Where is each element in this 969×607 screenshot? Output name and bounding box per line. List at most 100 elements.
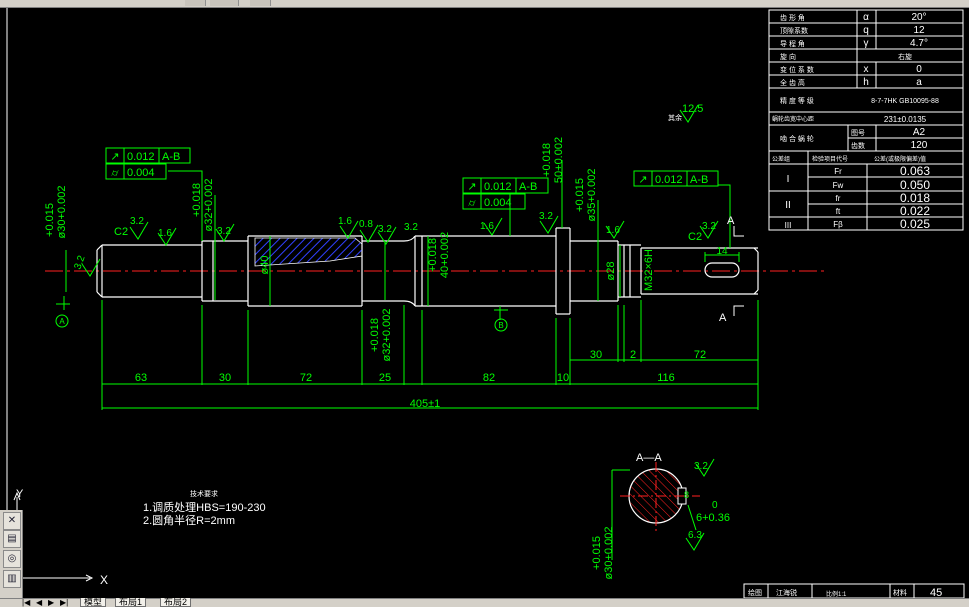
d8: ø28 — [605, 262, 617, 281]
svg-text:25: 25 — [379, 372, 391, 384]
drawing-canvas[interactable]: A B ↗ 0.012 A-B ⌭ 0.004 ↗ 0.012 A-B ⌭ 0.… — [0, 8, 969, 599]
toolbar-button[interactable] — [250, 0, 271, 6]
svg-text:顶隙系数: 顶隙系数 — [780, 26, 808, 35]
svg-text:ft: ft — [836, 207, 841, 216]
svg-text:公差组: 公差组 — [772, 155, 790, 163]
section-arrow-bottom-label: A — [719, 312, 727, 324]
toolbar-button[interactable] — [185, 0, 206, 6]
close-icon[interactable]: ✕ — [3, 512, 21, 530]
title-scale: 比例1:1 — [826, 590, 847, 598]
notes-title: 技术要求 — [190, 489, 218, 498]
section-dia-top: +0.015 — [591, 536, 603, 570]
svg-text:II: II — [785, 200, 791, 211]
d9: M32×6H — [643, 249, 655, 291]
svg-text:231±0.0135: 231±0.0135 — [884, 115, 927, 124]
section-rough1: 3.2 — [694, 461, 708, 472]
pan-icon[interactable]: ◎ — [3, 550, 21, 568]
gdt1-value: 0.012 — [127, 151, 155, 163]
svg-text:a: a — [916, 77, 922, 88]
svg-text:0.050: 0.050 — [900, 178, 930, 192]
svg-text:20°: 20° — [911, 12, 926, 23]
svg-text:Fw: Fw — [833, 181, 844, 190]
svg-text:fr: fr — [836, 194, 841, 203]
d3: ø40 — [259, 256, 271, 275]
svg-text:导 程 角: 导 程 角 — [780, 39, 805, 48]
svg-text:405±1: 405±1 — [410, 398, 441, 410]
roughness-symbols — [81, 104, 719, 277]
svg-text:0.022: 0.022 — [900, 204, 930, 218]
svg-text:30: 30 — [219, 372, 231, 384]
datum-b-label: B — [498, 321, 503, 330]
runout-icon: ↗ — [467, 181, 476, 193]
svg-text:63: 63 — [135, 372, 147, 384]
chamfer-c1: C2 — [114, 226, 128, 238]
d1-top: +0.015 — [44, 203, 56, 237]
section-key-width: 6+0.36 — [696, 512, 730, 524]
properties-icon[interactable]: ▥ — [3, 570, 21, 588]
gdt2-datum: A-B — [519, 181, 537, 193]
worm-thread-hatch — [254, 237, 363, 267]
gear-table-values: 20° 12 4.7° 右旋 0 a 8-7-7HK GB10095-88 23… — [871, 12, 939, 151]
left-toolbar: ✕ ▤ ◎ ▥ — [0, 510, 23, 600]
ucs-icon — [13, 491, 94, 582]
svg-text:全 齿 高: 全 齿 高 — [780, 78, 805, 87]
svg-text:1.6: 1.6 — [480, 221, 494, 232]
chamfer-c2: C2 — [688, 231, 702, 243]
ucs-y-label: Y — [16, 488, 24, 500]
datum-symbols — [55, 303, 508, 332]
svg-text:A2: A2 — [913, 127, 926, 138]
d7-top: +0.015 — [574, 178, 586, 212]
svg-text:10: 10 — [557, 372, 569, 384]
svg-text:82: 82 — [483, 372, 495, 384]
svg-text:1.6: 1.6 — [606, 225, 620, 236]
d7-bottom: ø35+0.002 — [586, 169, 598, 222]
svg-text:116: 116 — [657, 372, 675, 384]
svg-text:α: α — [863, 12, 869, 23]
svg-text:3.2: 3.2 — [130, 216, 144, 227]
svg-text:q: q — [863, 25, 869, 36]
svg-text:蜗轮齿宽中心距: 蜗轮齿宽中心距 — [772, 115, 814, 123]
svg-text:3.2: 3.2 — [539, 211, 553, 222]
svg-text:Fr: Fr — [834, 167, 842, 176]
svg-text:3.2: 3.2 — [702, 221, 716, 232]
title-material-label: 材料 — [893, 588, 907, 597]
svg-text:120: 120 — [911, 140, 928, 151]
svg-text:旋 向: 旋 向 — [780, 52, 796, 61]
datum-a-label: A — [59, 317, 65, 326]
svg-text:变 位 系 数: 变 位 系 数 — [780, 65, 814, 74]
svg-text:0.063: 0.063 — [900, 164, 930, 178]
svg-text:I: I — [787, 174, 790, 185]
title-drawn-label: 绘图 — [748, 588, 762, 597]
svg-text:公差(或极限偏差)值: 公差(或极限偏差)值 — [874, 155, 926, 163]
d6-top: +0.018 — [541, 143, 553, 177]
svg-text:检验项目代号: 检验项目代号 — [812, 155, 848, 163]
cylindricity-icon: ⌭ — [111, 168, 119, 179]
gdt3-value: 0.012 — [655, 174, 683, 186]
svg-text:精 度 等 级: 精 度 等 级 — [780, 96, 814, 105]
svg-text:0.8: 0.8 — [359, 219, 373, 230]
layer-icon[interactable]: ▤ — [3, 530, 21, 548]
runout-icon: ↗ — [110, 151, 119, 163]
svg-text:齿 形 角: 齿 形 角 — [780, 13, 805, 22]
toolbar-button[interactable] — [210, 0, 239, 6]
svg-text:2: 2 — [630, 349, 636, 361]
d5-bottom: 40+0.002 — [439, 232, 451, 278]
svg-text:72: 72 — [694, 349, 706, 361]
svg-text:Fβ: Fβ — [833, 220, 843, 229]
svg-text:8-7-7HK GB10095-88: 8-7-7HK GB10095-88 — [871, 98, 939, 105]
d2-bottom: ø32+0.002 — [203, 179, 215, 232]
section-key-tol: 0 — [712, 500, 718, 511]
svg-text:0.025: 0.025 — [900, 217, 930, 231]
gdt2-value: 0.012 — [484, 181, 512, 193]
section-dia-bottom: ø30+0.002 — [603, 527, 615, 580]
svg-text:1.6: 1.6 — [338, 216, 352, 227]
section-arrow-top-label: A — [727, 215, 735, 227]
svg-text:图号: 图号 — [851, 129, 865, 137]
svg-text:0.018: 0.018 — [900, 191, 930, 205]
ucs-x-label: X — [100, 573, 108, 587]
svg-text:72: 72 — [300, 372, 312, 384]
drawing-svg: A B ↗ 0.012 A-B ⌭ 0.004 ↗ 0.012 A-B ⌭ 0.… — [6, 8, 965, 599]
tolerance-rows: I II III Fr Fw fr ft Fβ 0.063 0.050 0.01… — [785, 164, 931, 231]
title-material-value: 45 — [930, 587, 942, 598]
svg-text:0: 0 — [916, 64, 922, 75]
